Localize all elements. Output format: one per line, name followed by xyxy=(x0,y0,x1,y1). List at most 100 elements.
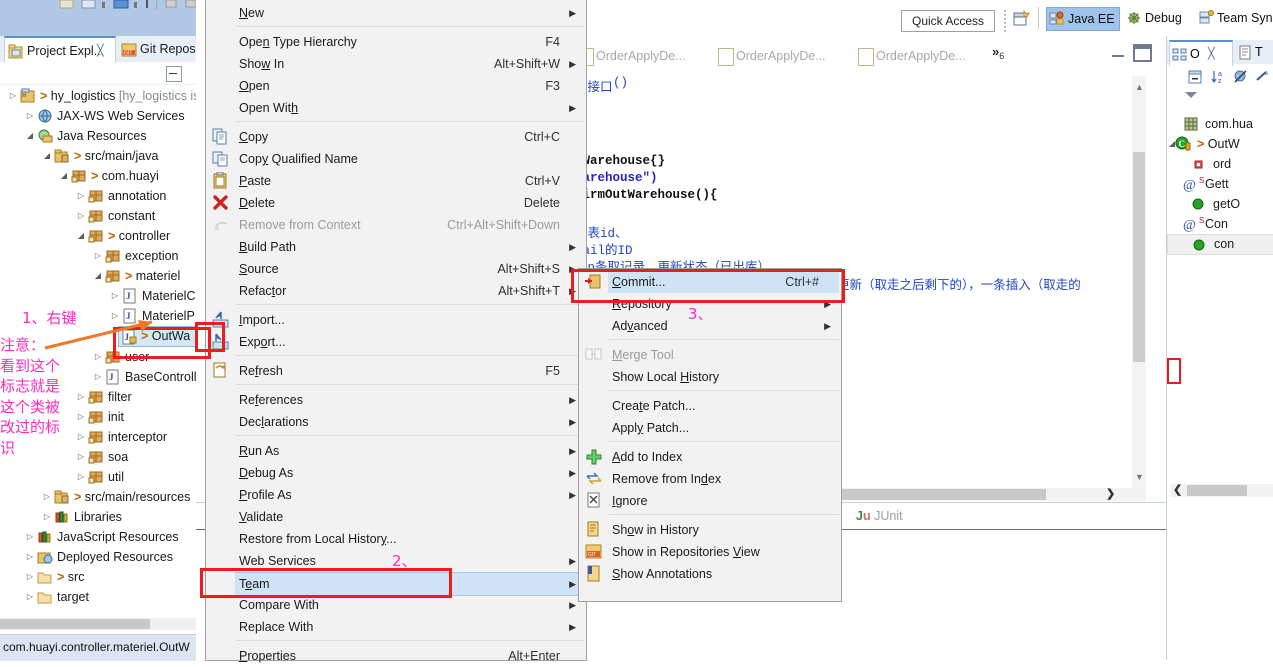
tree-expand-arrow[interactable]: ◢ xyxy=(42,146,52,166)
tree-node[interactable]: ▷ Libraries xyxy=(0,507,196,527)
menu-item-source[interactable]: Source Alt+Shift+S ▶ xyxy=(235,258,584,280)
minimize-icon[interactable] xyxy=(1112,48,1124,57)
tree-node[interactable]: ▷ annotation xyxy=(0,186,196,206)
editor-more-tabs-button[interactable]: »6 xyxy=(992,44,1004,61)
tree-node[interactable]: ▷ > src xyxy=(0,567,196,587)
menu-item-apply-patch[interactable]: Apply Patch... xyxy=(608,417,839,439)
tab-outline[interactable]: O ╳ xyxy=(1169,40,1233,66)
menu-item-run-as[interactable]: Run As ▶ xyxy=(235,440,584,462)
menu-item-declarations[interactable]: Declarations ▶ xyxy=(235,411,584,433)
menu-item-profile-as[interactable]: Profile As ▶ xyxy=(235,484,584,506)
menu-item-show-in-repositories-view[interactable]: Show in Repositories View xyxy=(608,541,839,563)
outline-horizontal-scrollbar[interactable]: ❮ xyxy=(1171,484,1273,497)
menu-item-remove-from-index[interactable]: Remove from Index xyxy=(608,468,839,490)
menu-item-replace-with[interactable]: Replace With ▶ xyxy=(235,616,584,638)
scroll-right-icon[interactable]: ❯ xyxy=(1106,487,1115,500)
scrollbar-thumb[interactable] xyxy=(1133,152,1145,362)
menu-item-show-local-history[interactable]: Show Local History xyxy=(608,366,839,388)
collapse-all-icon[interactable] xyxy=(1187,69,1203,85)
hide-fields-icon[interactable] xyxy=(1233,69,1249,85)
toolbar-drag-handle[interactable] xyxy=(1003,8,1007,32)
outline-item[interactable]: ord xyxy=(1167,154,1273,174)
perspective-java-ee[interactable]: Java EE xyxy=(1046,7,1120,31)
tab-junit[interactable]: Ju JUnit xyxy=(856,509,903,523)
menu-item-build-path[interactable]: Build Path ▶ xyxy=(235,236,584,258)
outline-item-selected[interactable]: con xyxy=(1167,234,1273,255)
scrollbar-thumb[interactable] xyxy=(836,489,1046,500)
tree-expand-arrow[interactable]: ▷ xyxy=(76,427,86,447)
tree-node[interactable]: ▷ JAX-WS Web Services xyxy=(0,106,196,126)
tree-node[interactable]: ▷ JavaScript Resources xyxy=(0,527,196,547)
tree-node[interactable]: ▷ Deployed Resources xyxy=(0,547,196,567)
menu-item-show-in[interactable]: Show In Alt+Shift+W ▶ xyxy=(235,53,584,75)
tree-expand-arrow[interactable]: ◢ xyxy=(59,166,69,186)
menu-item-advanced[interactable]: Advanced ▶ xyxy=(608,315,839,337)
tree-expand-arrow[interactable]: ◢ xyxy=(93,266,103,286)
tree-node[interactable]: ▷ constant xyxy=(0,206,196,226)
close-icon[interactable]: ╳ xyxy=(1208,42,1215,66)
menu-item-commit[interactable]: Commit... Ctrl+# xyxy=(608,271,839,293)
scroll-down-icon[interactable]: ▼ xyxy=(1135,472,1144,482)
menu-item-add-to-index[interactable]: Add to Index xyxy=(608,446,839,468)
perspective-debug[interactable]: Debug xyxy=(1124,7,1186,29)
close-icon[interactable]: ╳ xyxy=(97,38,104,64)
menu-item-copy-qualified-name[interactable]: Copy Qualified Name xyxy=(235,148,584,170)
tree-expand-arrow[interactable]: ▷ xyxy=(25,106,35,126)
tree-expand-arrow[interactable]: ▷ xyxy=(76,186,86,206)
tree-expand-arrow[interactable]: ▷ xyxy=(76,407,86,427)
tree-node[interactable]: ◢ > com.huayi xyxy=(0,166,196,186)
menu-item-references[interactable]: References ▶ xyxy=(235,389,584,411)
tree-node[interactable]: ▷ target xyxy=(0,587,196,607)
tree-expand-arrow[interactable]: ▷ xyxy=(8,86,18,106)
tree-expand-arrow[interactable]: ▷ xyxy=(25,547,35,567)
tree-horizontal-scrollbar[interactable] xyxy=(0,618,196,630)
tree-node[interactable]: ▷ M > hy_logistics [hy_logistics is xyxy=(0,86,196,106)
tree-node[interactable]: ▷ > src/main/resources xyxy=(0,487,196,507)
menu-item-team[interactable]: Team ▶ xyxy=(235,572,584,596)
outline-item[interactable]: ◢ C > OutW xyxy=(1167,134,1273,154)
tree-expand-arrow[interactable]: ▷ xyxy=(42,507,52,527)
tree-expand-arrow[interactable]: ▷ xyxy=(76,206,86,226)
tree-expand-arrow[interactable]: ▷ xyxy=(25,587,35,607)
tree-node[interactable]: ▷ J MaterielC xyxy=(0,286,196,306)
tree-expand-arrow[interactable]: ▷ xyxy=(76,447,86,467)
sort-icon[interactable]: az xyxy=(1211,69,1227,85)
menu-item-refresh[interactable]: Refresh F5 xyxy=(235,360,584,382)
tree-expand-arrow[interactable]: ▷ xyxy=(110,286,120,306)
tree-expand-arrow[interactable]: ▷ xyxy=(25,527,35,547)
menu-item-show-annotations[interactable]: Show Annotations xyxy=(608,563,839,585)
tree-node[interactable]: ▷ util xyxy=(0,467,196,487)
tree-expand-arrow[interactable]: ◢ xyxy=(76,226,86,246)
menu-item-validate[interactable]: Validate xyxy=(235,506,584,528)
tree-expand-arrow[interactable]: ▷ xyxy=(76,467,86,487)
tree-node[interactable]: ◢ > src/main/java xyxy=(0,146,196,166)
menu-item-properties[interactable]: Properties Alt+Enter xyxy=(235,645,584,667)
menu-item-open-with[interactable]: Open With ▶ xyxy=(235,97,584,119)
menu-item-refactor[interactable]: Refactor Alt+Shift+T ▶ xyxy=(235,280,584,302)
outline-item[interactable]: com.hua xyxy=(1167,114,1273,134)
outline-item[interactable]: getO xyxy=(1167,194,1273,214)
quick-access-input[interactable]: Quick Access xyxy=(901,10,995,32)
menu-item-restore-from-local-history[interactable]: Restore from Local History... xyxy=(235,528,584,550)
menu-item-open-type-hierarchy[interactable]: Open Type Hierarchy F4 xyxy=(235,31,584,53)
menu-item-import[interactable]: Import... xyxy=(235,309,584,331)
tree-node[interactable]: ◢ > controller xyxy=(0,226,196,246)
filter-chevron-icon[interactable] xyxy=(1185,92,1197,98)
menu-item-create-patch[interactable]: Create Patch... xyxy=(608,395,839,417)
tree-expand-arrow[interactable]: ▷ xyxy=(93,246,103,266)
scrollbar-thumb[interactable] xyxy=(1187,485,1247,496)
tree-expand-arrow[interactable]: ◢ xyxy=(25,126,35,146)
tree-node[interactable]: ◢ > materiel xyxy=(0,266,196,286)
menu-item-show-in-history[interactable]: Show in History xyxy=(608,519,839,541)
menu-item-debug-as[interactable]: Debug As ▶ xyxy=(235,462,584,484)
collapse-all-icon[interactable] xyxy=(166,66,182,82)
editor-vertical-scrollbar[interactable]: ▲ ▼ xyxy=(1132,76,1146,488)
scroll-left-icon[interactable]: ❮ xyxy=(1173,483,1182,496)
tree-node[interactable]: ▷ exception xyxy=(0,246,196,266)
tab-project-explorer[interactable]: Project Expl... ╳ xyxy=(4,36,116,64)
menu-item-repository[interactable]: Repository ▶ xyxy=(608,293,839,315)
maximize-icon[interactable] xyxy=(1133,44,1152,62)
scroll-up-icon[interactable]: ▲ xyxy=(1135,82,1144,92)
outline-list[interactable]: com.hua ◢ C > OutW ord @ S Gett getO @ S Con con xyxy=(1167,114,1273,255)
tab-task-list[interactable]: T xyxy=(1235,40,1273,64)
